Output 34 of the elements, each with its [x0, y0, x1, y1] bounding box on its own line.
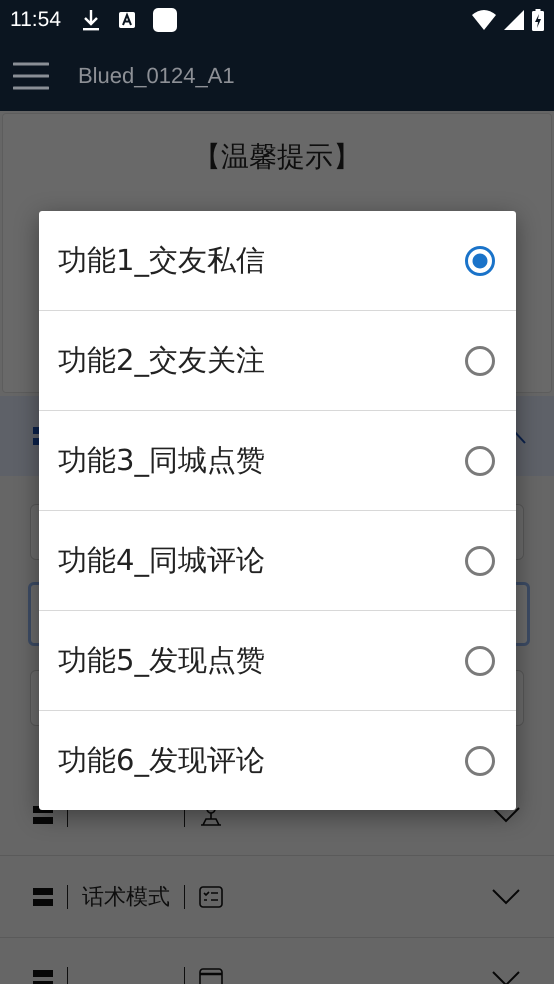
app-title: Blued_0124_A1	[78, 62, 235, 88]
clock-time: 11:54	[10, 8, 61, 32]
radio-button[interactable]	[464, 344, 496, 376]
radio-button[interactable]	[464, 444, 496, 476]
bars-icon	[33, 886, 53, 906]
option-label: 功能6_发现评论	[58, 742, 265, 779]
notice-title: 【温馨提示】	[193, 139, 361, 175]
option-label: 功能4_同城评论	[58, 542, 265, 579]
option-row[interactable]: 功能3_同城点赞	[39, 411, 516, 511]
option-row[interactable]: 功能2_交友关注	[39, 311, 516, 411]
list-icon	[199, 886, 223, 908]
option-row[interactable]: 功能5_发现点赞	[39, 611, 516, 711]
bars-icon	[33, 968, 53, 984]
option-label: 功能2_交友关注	[58, 342, 265, 379]
section-title: 话术模式	[82, 884, 170, 912]
signal-icon	[504, 10, 524, 30]
chevron-icon[interactable]	[492, 806, 520, 822]
option-row[interactable]: 功能4_同城评论	[39, 511, 516, 611]
menu-icon[interactable]	[13, 62, 49, 90]
radio-button[interactable]	[464, 544, 496, 576]
font-icon	[119, 12, 135, 28]
radio-button[interactable]	[464, 244, 496, 276]
option-row[interactable]: 功能1_交友私信	[39, 211, 516, 311]
download-icon	[81, 8, 101, 32]
option-label: 功能1_交友私信	[58, 242, 265, 279]
radio-button[interactable]	[464, 744, 496, 776]
radio-button[interactable]	[464, 644, 496, 676]
wifi-icon	[472, 10, 496, 30]
option-label: 功能5_发现点赞	[58, 642, 265, 679]
option-label: 功能3_同城点赞	[58, 442, 265, 479]
option-row[interactable]: 功能6_发现评论	[39, 711, 516, 810]
window-icon	[199, 968, 223, 984]
app-icon	[153, 8, 177, 32]
battery-icon	[532, 9, 544, 31]
